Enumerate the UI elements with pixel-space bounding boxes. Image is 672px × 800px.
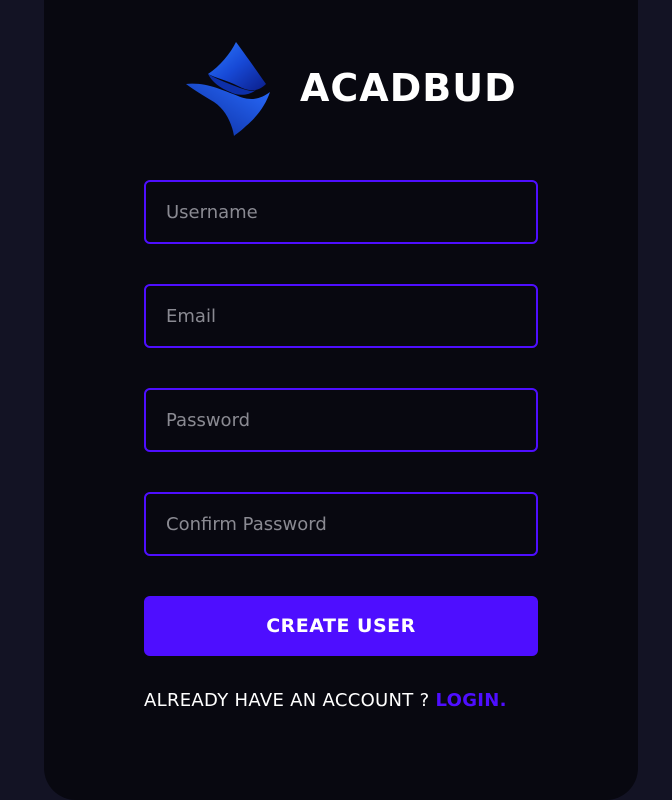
acadbud-logo-icon xyxy=(186,42,270,136)
login-link[interactable]: LOGIN. xyxy=(435,690,506,711)
brand-name: ACADBUD xyxy=(300,66,517,110)
create-user-button[interactable]: CREATE USER xyxy=(144,596,538,656)
username-input[interactable] xyxy=(144,180,538,244)
brand: ACADBUD xyxy=(186,40,517,136)
login-prompt: ALREADY HAVE AN ACCOUNT ? LOGIN. xyxy=(144,690,544,711)
login-prompt-text: ALREADY HAVE AN ACCOUNT ? xyxy=(144,690,430,711)
email-input[interactable] xyxy=(144,284,538,348)
password-input[interactable] xyxy=(144,388,538,452)
confirm-password-input[interactable] xyxy=(144,492,538,556)
